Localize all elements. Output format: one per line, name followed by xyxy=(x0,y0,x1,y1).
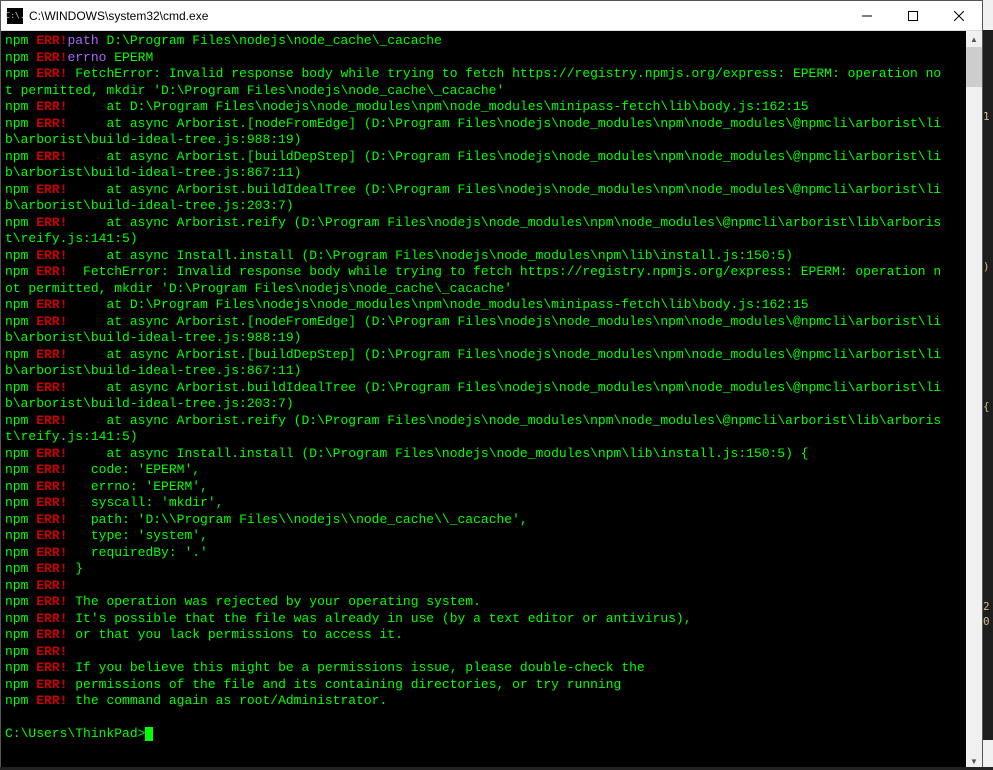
terminal-line: npm ERR! at async Install.install (D:\Pr… xyxy=(5,446,964,463)
terminal-line: npm ERR! permissions of the file and its… xyxy=(5,677,964,694)
minimize-button[interactable] xyxy=(844,1,890,30)
terminal-line: npm ERR! requiredBy: '.' xyxy=(5,545,964,562)
terminal-line: b\arborist\build-ideal-tree.js:203:7) xyxy=(5,396,964,413)
terminal-line: npm ERR! type: 'system', xyxy=(5,528,964,545)
terminal-line: npm ERR! xyxy=(5,578,964,595)
title-bar[interactable]: C:\. C:\WINDOWS\system32\cmd.exe xyxy=(1,1,982,31)
terminal-line: npm ERR! The operation was rejected by y… xyxy=(5,594,964,611)
terminal-line xyxy=(5,710,964,727)
terminal-line: t permitted, mkdir 'D:\Program Files\nod… xyxy=(5,83,964,100)
terminal-line: npm ERR! It's possible that the file was… xyxy=(5,611,964,628)
terminal-line: npm ERR! path: 'D:\\Program Files\\nodej… xyxy=(5,512,964,529)
scroll-up-button[interactable]: ▲ xyxy=(966,31,982,47)
terminal-line: npm ERR!errno EPERM xyxy=(5,50,964,67)
terminal-line: npm ERR! at async Arborist.[nodeFromEdge… xyxy=(5,116,964,133)
cmd-icon: C:\. xyxy=(7,8,23,24)
cursor-icon xyxy=(145,727,153,741)
terminal-line: t\reify.js:141:5) xyxy=(5,429,964,446)
terminal-line: b\arborist\build-ideal-tree.js:988:19) xyxy=(5,330,964,347)
terminal-line: npm ERR! at async Arborist.[nodeFromEdge… xyxy=(5,314,964,331)
scroll-thumb[interactable] xyxy=(966,47,982,87)
vertical-scrollbar[interactable]: ▲ ▼ xyxy=(966,31,982,769)
terminal-line: b\arborist\build-ideal-tree.js:988:19) xyxy=(5,132,964,149)
terminal-line: npm ERR! If you believe this might be a … xyxy=(5,660,964,677)
terminal-line: npm ERR! at D:\Program Files\nodejs\node… xyxy=(5,297,964,314)
close-button[interactable] xyxy=(936,1,982,30)
terminal-area: npm ERR!path D:\Program Files\nodejs\nod… xyxy=(1,31,982,769)
window-controls xyxy=(844,1,982,30)
background-window-edge: 1 ) { 2 0 xyxy=(983,30,993,740)
maximize-button[interactable] xyxy=(890,1,936,30)
terminal-line: npm ERR! } xyxy=(5,561,964,578)
terminal-line: npm ERR! or that you lack permissions to… xyxy=(5,627,964,644)
terminal-line: npm ERR! code: 'EPERM', xyxy=(5,462,964,479)
window-title: C:\WINDOWS\system32\cmd.exe xyxy=(29,9,844,23)
terminal-output[interactable]: npm ERR!path D:\Program Files\nodejs\nod… xyxy=(1,31,966,769)
terminal-line: b\arborist\build-ideal-tree.js:203:7) xyxy=(5,198,964,215)
terminal-line: npm ERR! at async Arborist.[buildDepStep… xyxy=(5,347,964,364)
terminal-line: ot permitted, mkdir 'D:\Program Files\no… xyxy=(5,281,964,298)
terminal-line: b\arborist\build-ideal-tree.js:867:11) xyxy=(5,363,964,380)
terminal-line: npm ERR! at async Arborist.reify (D:\Pro… xyxy=(5,215,964,232)
terminal-line: npm ERR! at D:\Program Files\nodejs\node… xyxy=(5,99,964,116)
terminal-line: npm ERR! at async Arborist.[buildDepStep… xyxy=(5,149,964,166)
terminal-line: npm ERR! xyxy=(5,644,964,661)
cmd-window: C:\. C:\WINDOWS\system32\cmd.exe npm ERR… xyxy=(0,0,983,770)
terminal-line: t\reify.js:141:5) xyxy=(5,231,964,248)
terminal-line: b\arborist\build-ideal-tree.js:867:11) xyxy=(5,165,964,182)
terminal-line: npm ERR! errno: 'EPERM', xyxy=(5,479,964,496)
terminal-line: npm ERR! at async Arborist.buildIdealTre… xyxy=(5,380,964,397)
terminal-line: npm ERR! at async Install.install (D:\Pr… xyxy=(5,248,964,265)
terminal-line: npm ERR!path D:\Program Files\nodejs\nod… xyxy=(5,33,964,50)
prompt-line[interactable]: C:\Users\ThinkPad> xyxy=(5,726,964,743)
terminal-line: npm ERR! syscall: 'mkdir', xyxy=(5,495,964,512)
terminal-line: npm ERR! FetchError: Invalid response bo… xyxy=(5,264,964,281)
terminal-line: npm ERR! the command again as root/Admin… xyxy=(5,693,964,710)
terminal-line: npm ERR! at async Arborist.buildIdealTre… xyxy=(5,182,964,199)
terminal-line: npm ERR! at async Arborist.reify (D:\Pro… xyxy=(5,413,964,430)
terminal-line: npm ERR! FetchError: Invalid response bo… xyxy=(5,66,964,83)
